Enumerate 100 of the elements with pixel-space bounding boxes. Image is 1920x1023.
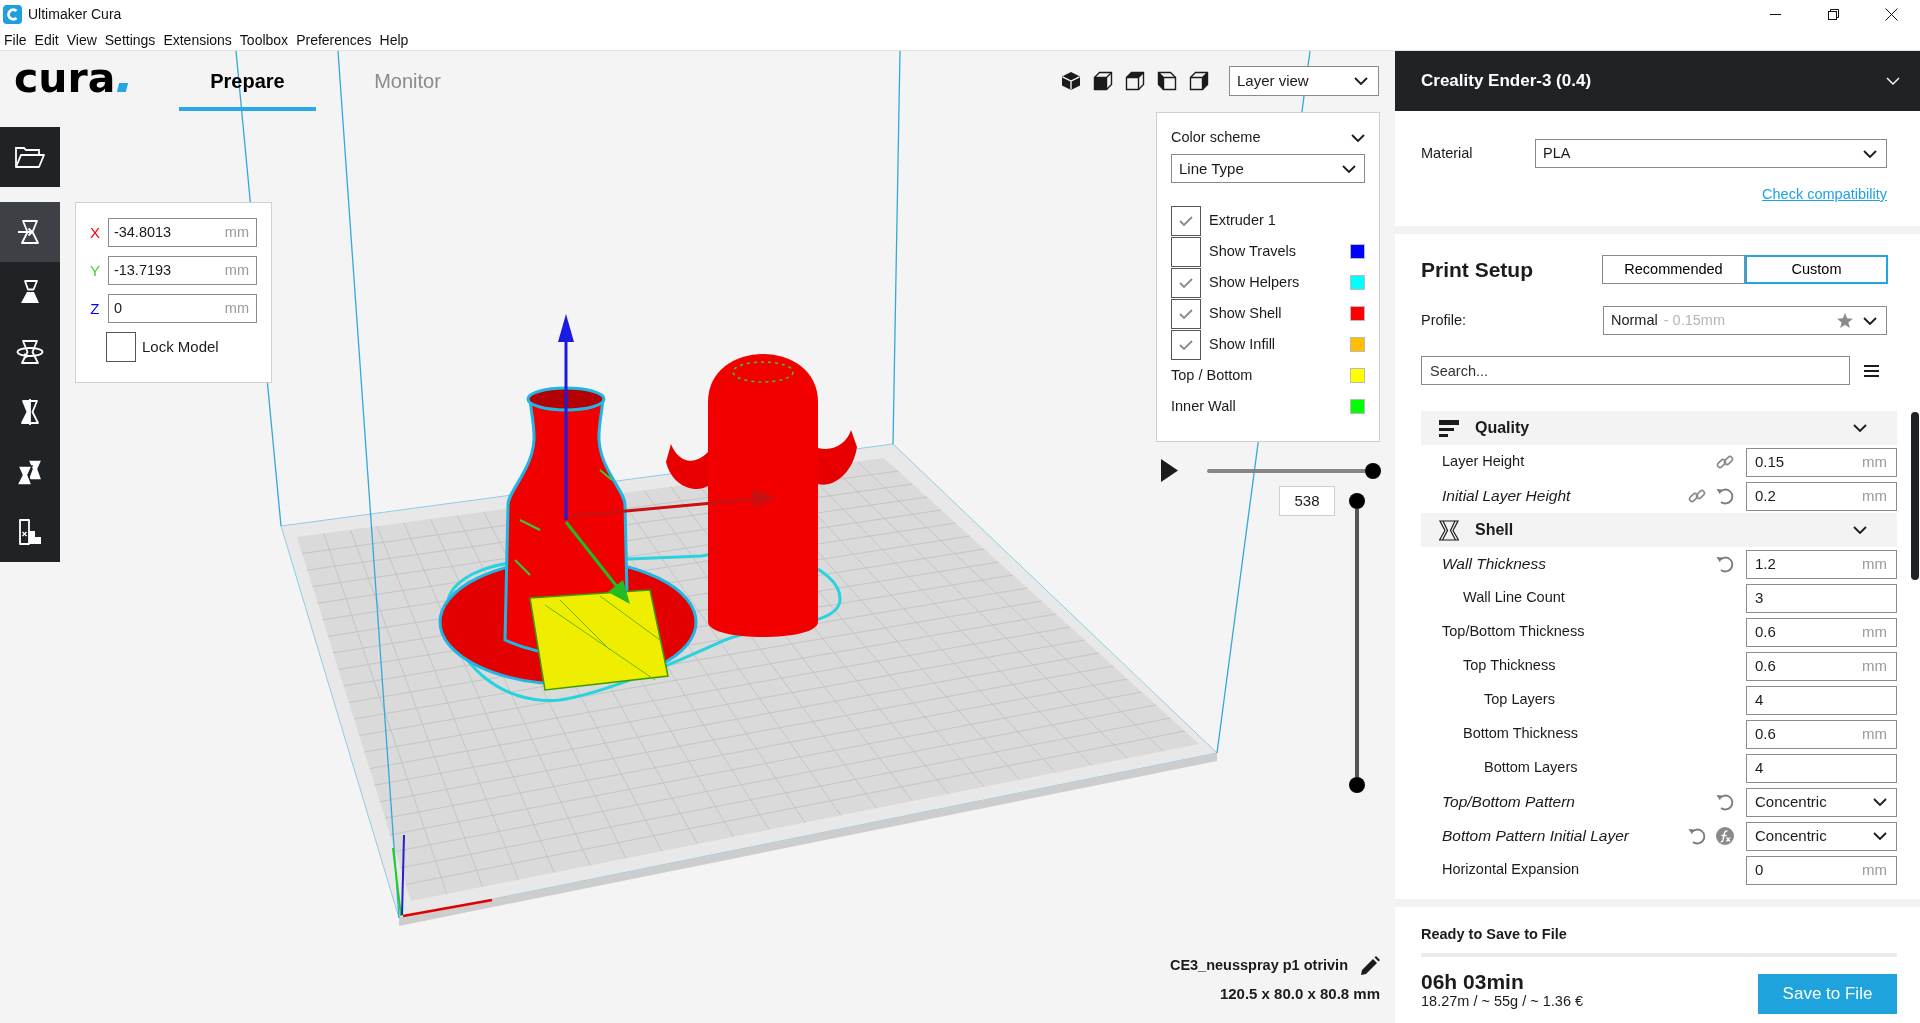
section-label: Color scheme	[1171, 129, 1261, 147]
solid-cube-icon[interactable]	[1061, 71, 1081, 91]
chevron-down-icon	[1863, 149, 1877, 158]
print-estimate: 18.27m / ~ 55g / ~ 1.36 €	[1421, 993, 1584, 1011]
scrollbar[interactable]	[1911, 412, 1919, 580]
check-icon	[1179, 215, 1193, 226]
checkbox[interactable]	[1171, 236, 1201, 267]
circular-arrow-icon[interactable]	[1716, 793, 1734, 811]
checkbox-label: Show Shell	[1209, 304, 1282, 323]
coordinate-field[interactable]: 0 mm	[107, 294, 257, 323]
coordinate-field[interactable]: -34.8013 mm	[107, 218, 257, 247]
axis-label: Y	[88, 261, 101, 280]
check-icon	[1179, 277, 1193, 288]
slider-handle[interactable]	[1349, 493, 1365, 509]
layer-number-field[interactable]: 538	[1279, 486, 1335, 516]
open-file-button[interactable]	[0, 127, 60, 187]
menu-item[interactable]: Settings	[101, 30, 159, 49]
cube-right-icon[interactable]	[1189, 71, 1209, 91]
setting-field[interactable]: 3	[1746, 583, 1897, 613]
slider-handle[interactable]	[1365, 463, 1381, 479]
view-type-dropdown[interactable]: Layer view	[1229, 66, 1379, 96]
setting-dropdown[interactable]: Concentric	[1746, 821, 1897, 851]
star-icon	[1837, 313, 1853, 328]
layer-range-track[interactable]	[1355, 509, 1359, 777]
model-dimensions: 120.5 x 80.0 x 80.8 mm	[1219, 985, 1380, 1003]
setting-field[interactable]: 0.15 mm	[1746, 447, 1897, 477]
menu-item[interactable]: Extensions	[160, 30, 235, 49]
hourglass-ring-icon	[16, 338, 44, 366]
material-dropdown[interactable]: PLA	[1535, 139, 1887, 168]
printer-selector[interactable]: Creality Ender-3 (0.4)	[1395, 51, 1920, 111]
setting-label: Horizontal Expansion	[1442, 861, 1580, 879]
setting-label: Bottom Thickness	[1463, 725, 1578, 743]
menu-item[interactable]: Help	[376, 30, 412, 49]
tool-button[interactable]	[0, 202, 60, 262]
profile-label: Profile:	[1421, 311, 1468, 330]
hourglass-outline-icon	[1439, 519, 1459, 541]
setting-dropdown[interactable]: Concentric	[1746, 787, 1897, 817]
legend-label: Top / Bottom	[1171, 366, 1253, 385]
section-title: Print Setup	[1421, 256, 1533, 283]
axis-label: Z	[89, 299, 101, 318]
coordinate-field[interactable]: -13.7193 mm	[107, 256, 257, 285]
close-icon	[1884, 8, 1898, 21]
setting-field[interactable]: 0.6 mm	[1746, 617, 1897, 647]
menu-icon[interactable]	[1864, 364, 1879, 377]
chevron-down-icon	[1886, 77, 1900, 85]
chain-link-icon[interactable]	[1716, 454, 1734, 470]
checkbox[interactable]	[1171, 205, 1201, 236]
checkbox[interactable]	[106, 332, 136, 362]
checkbox[interactable]	[1171, 267, 1201, 298]
minimize-icon	[1769, 14, 1781, 15]
simulation-slider-track[interactable]	[1207, 469, 1365, 473]
color-scheme-dropdown[interactable]: Line Type	[1171, 154, 1365, 183]
menu-item[interactable]: Preferences	[293, 30, 375, 49]
category-header[interactable]: Shell	[1421, 513, 1897, 547]
check-icon	[1179, 339, 1193, 350]
setup-mode-tab[interactable]: Custom	[1745, 255, 1888, 284]
app-logo-icon	[3, 5, 22, 24]
chevron-down-icon[interactable]	[1351, 134, 1365, 142]
setting-field[interactable]: 0.6 mm	[1746, 719, 1897, 749]
setting-label: Bottom Pattern Initial Layer	[1442, 826, 1629, 846]
menu-item[interactable]: File	[1, 30, 30, 49]
legend-label: Inner Wall	[1171, 397, 1236, 416]
setting-field[interactable]: 0.2 mm	[1746, 481, 1897, 511]
profile-dropdown[interactable]: Normal - 0.15mm	[1603, 306, 1887, 335]
setting-label: Layer Height	[1442, 453, 1525, 471]
checkbox[interactable]	[1171, 298, 1201, 329]
setting-label: Top/Bottom Pattern	[1442, 792, 1575, 812]
checkbox-label: Show Helpers	[1209, 273, 1300, 292]
setting-label: Top Thickness	[1463, 657, 1556, 675]
setting-field[interactable]: 0 mm	[1746, 855, 1897, 885]
cube-front-icon[interactable]	[1093, 71, 1113, 91]
setting-label: Wall Thickness	[1442, 554, 1546, 574]
setup-mode-tab[interactable]: Recommended	[1602, 255, 1745, 284]
play-icon[interactable]	[1161, 459, 1178, 482]
setting-label: Wall Line Count	[1463, 589, 1565, 607]
chain-link-icon[interactable]	[1688, 488, 1706, 504]
output-status: Ready to Save to File	[1421, 926, 1568, 944]
setting-field[interactable]: 4	[1746, 685, 1897, 715]
menu-item[interactable]: View	[63, 30, 100, 49]
search-field[interactable]: Search...	[1421, 356, 1850, 385]
cube-top-icon[interactable]	[1125, 71, 1145, 91]
pencil-icon[interactable]	[1360, 956, 1380, 975]
slider-handle[interactable]	[1349, 777, 1365, 793]
restore-icon	[1827, 9, 1839, 20]
bars-icon	[1439, 419, 1459, 437]
setting-field[interactable]: 1.2 mm	[1746, 549, 1897, 579]
menu-item[interactable]: Edit	[31, 30, 62, 49]
circular-arrow-icon[interactable]	[1688, 827, 1706, 845]
setting-field[interactable]: 0.6 mm	[1746, 651, 1897, 681]
checkbox[interactable]	[1171, 329, 1201, 360]
circular-arrow-icon[interactable]	[1716, 487, 1734, 505]
cube-left-icon[interactable]	[1157, 71, 1177, 91]
setting-field[interactable]: 4	[1746, 753, 1897, 783]
category-header[interactable]: Quality	[1421, 411, 1897, 445]
menu-item[interactable]: Toolbox	[236, 30, 292, 49]
circular-arrow-icon[interactable]	[1716, 555, 1734, 573]
chevron-down-icon	[1342, 164, 1356, 173]
checkbox-label: Show Travels	[1209, 242, 1297, 261]
setting-label: Top Layers	[1484, 691, 1555, 709]
folder-icon	[15, 146, 45, 168]
